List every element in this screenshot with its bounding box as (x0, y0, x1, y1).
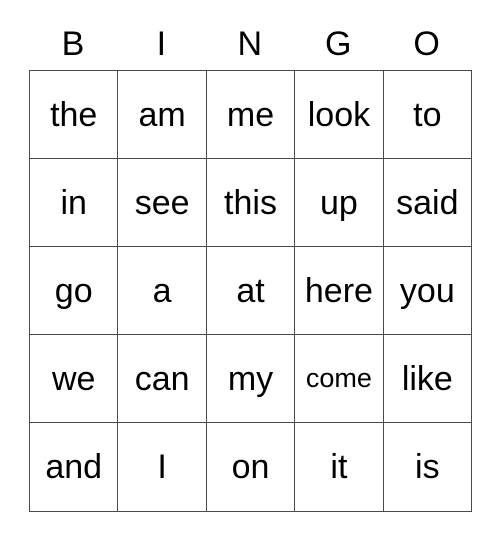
bingo-cell[interactable]: up (295, 159, 383, 247)
bingo-cell-word: in (60, 186, 86, 220)
bingo-cell[interactable]: the (30, 71, 118, 159)
bingo-cell[interactable]: my (207, 335, 295, 423)
bingo-cell[interactable]: look (295, 71, 383, 159)
bingo-cell[interactable]: can (118, 335, 206, 423)
bingo-card: B I N G O the am me look to in see this … (29, 18, 471, 512)
bingo-cell-word: and (45, 450, 102, 484)
bingo-cell[interactable]: we (30, 335, 118, 423)
bingo-cell[interactable]: and (30, 423, 118, 512)
bingo-cell-word: the (50, 98, 97, 132)
bingo-cell[interactable]: I (118, 423, 206, 512)
bingo-cell-word: a (153, 274, 172, 308)
bingo-cell-word: we (52, 362, 95, 396)
bingo-cell-word: up (320, 186, 358, 220)
bingo-cell[interactable]: at (207, 247, 295, 335)
bingo-cell-word: like (402, 362, 453, 396)
bingo-cell[interactable]: is (384, 423, 472, 512)
bingo-cell-word: my (228, 362, 273, 396)
bingo-cell-word: come (306, 365, 372, 392)
bingo-cell-word: you (400, 274, 455, 308)
bingo-cell[interactable]: like (384, 335, 472, 423)
bingo-row: go a at here you (30, 247, 472, 335)
bingo-cell-word: am (138, 98, 185, 132)
bingo-cell-word: me (227, 98, 274, 132)
bingo-cell-word: see (135, 186, 190, 220)
bingo-cell-word: here (305, 274, 373, 308)
bingo-cell[interactable]: on (207, 423, 295, 512)
bingo-grid: the am me look to in see this up said go… (29, 70, 472, 512)
bingo-cell[interactable]: in (30, 159, 118, 247)
bingo-cell[interactable]: this (207, 159, 295, 247)
bingo-cell[interactable]: said (384, 159, 472, 247)
bingo-cell[interactable]: a (118, 247, 206, 335)
bingo-row: the am me look to (30, 71, 472, 159)
bingo-cell-word: can (135, 362, 190, 396)
bingo-cell-word: to (413, 98, 441, 132)
bingo-cell-word: I (157, 450, 166, 484)
bingo-cell[interactable]: come (295, 335, 383, 423)
bingo-header-letter-g: G (294, 18, 382, 70)
bingo-cell-word: look (308, 98, 370, 132)
bingo-cell-word: it (330, 450, 347, 484)
bingo-header-letter-b: B (29, 18, 117, 70)
bingo-cell-word: said (396, 186, 458, 220)
bingo-cell[interactable]: it (295, 423, 383, 512)
bingo-row: in see this up said (30, 159, 472, 247)
bingo-cell[interactable]: to (384, 71, 472, 159)
bingo-cell[interactable]: am (118, 71, 206, 159)
bingo-header-letter-n: N (206, 18, 294, 70)
bingo-cell-word: go (55, 274, 93, 308)
bingo-cell-word: on (232, 450, 270, 484)
bingo-cell[interactable]: go (30, 247, 118, 335)
bingo-cell[interactable]: you (384, 247, 472, 335)
bingo-row: we can my come like (30, 335, 472, 423)
bingo-header-row: B I N G O (29, 18, 471, 70)
bingo-cell[interactable]: see (118, 159, 206, 247)
bingo-cell-word: this (224, 186, 277, 220)
bingo-cell[interactable]: me (207, 71, 295, 159)
bingo-cell[interactable]: here (295, 247, 383, 335)
bingo-header-letter-i: I (117, 18, 205, 70)
bingo-cell-word: at (236, 274, 264, 308)
bingo-cell-word: is (415, 450, 440, 484)
bingo-header-letter-o: O (383, 18, 471, 70)
bingo-row: and I on it is (30, 423, 472, 512)
